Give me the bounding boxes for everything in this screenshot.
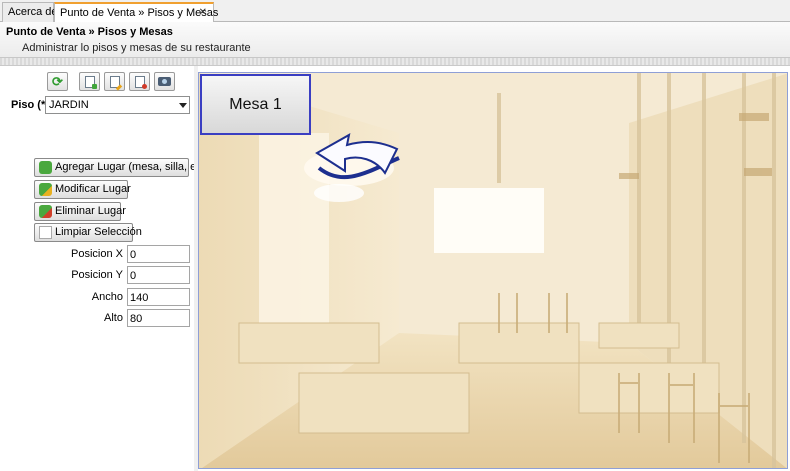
close-icon[interactable]: ✕ — [199, 7, 207, 18]
header-divider — [0, 58, 790, 66]
tab-label: Punto de Venta » Pisos y Mesas — [60, 7, 219, 19]
chevron-down-icon — [179, 103, 187, 108]
puzzle-add-icon — [39, 161, 52, 174]
modificar-lugar-button[interactable]: Modificar Lugar — [34, 180, 131, 199]
piso-label: Piso (*) — [11, 99, 49, 111]
page-title: Punto de Venta » Pisos y Mesas — [6, 26, 173, 38]
piso-select-value: JARDIN — [49, 99, 89, 111]
limpiar-seleccion-button[interactable]: Limpiar Selección — [34, 223, 142, 242]
agregar-lugar-button[interactable]: Agregar Lugar (mesa, silla, etc) — [34, 158, 208, 177]
page-header: Punto de Venta » Pisos y Mesas Administr… — [0, 22, 790, 58]
alto-input[interactable] — [127, 309, 190, 327]
edit-document-icon — [109, 75, 120, 88]
refresh-button[interactable]: ⟳ — [47, 72, 68, 91]
ancho-label: Ancho — [91, 291, 123, 303]
piso-select[interactable]: JARDIN — [45, 96, 190, 114]
page-subtitle: Administrar lo pisos y mesas de su resta… — [22, 42, 251, 54]
tab-bar: Acerca de Punto de Venta » Pisos y Mesas… — [0, 0, 790, 23]
add-document-icon — [84, 75, 97, 89]
tab-label: Acerca de — [8, 6, 58, 18]
posicion-x-label: Posicion X — [71, 248, 123, 260]
eliminar-lugar-button[interactable]: Eliminar Lugar — [34, 202, 126, 221]
tab-acerca-de[interactable]: Acerca de — [2, 2, 58, 22]
puzzle-delete-icon — [39, 205, 52, 218]
modificar-lugar-label: Modificar Lugar — [55, 183, 131, 195]
limpiar-seleccion-label: Limpiar Selección — [55, 226, 142, 238]
posicion-y-label: Posicion Y — [71, 269, 123, 281]
delete-document-icon — [134, 75, 147, 89]
ancho-input[interactable] — [127, 288, 190, 306]
alto-label: Alto — [104, 312, 123, 324]
refresh-icon: ⟳ — [52, 74, 63, 89]
new-floor-button[interactable] — [79, 72, 100, 91]
posicion-x-input[interactable] — [127, 245, 190, 263]
camera-icon — [158, 77, 171, 86]
agregar-lugar-label: Agregar Lugar (mesa, silla, etc) — [55, 161, 209, 173]
background-image-button[interactable] — [154, 72, 175, 91]
delete-floor-button[interactable] — [129, 72, 150, 91]
puzzle-edit-icon — [39, 183, 52, 196]
tab-pisos-y-mesas[interactable]: Punto de Venta » Pisos y Mesas ✕ — [54, 2, 218, 23]
floor-canvas[interactable]: Mesa 1 — [198, 72, 788, 469]
edit-floor-button[interactable] — [104, 72, 125, 91]
mesa-1-table[interactable]: Mesa 1 — [200, 74, 311, 135]
blank-page-icon — [39, 226, 52, 239]
left-panel: ⟳ Piso (*) JARDIN Agregar Lugar (mesa, s… — [0, 66, 208, 471]
posicion-y-input[interactable] — [127, 266, 190, 284]
mesa-1-label: Mesa 1 — [229, 95, 282, 113]
eliminar-lugar-label: Eliminar Lugar — [55, 205, 126, 217]
